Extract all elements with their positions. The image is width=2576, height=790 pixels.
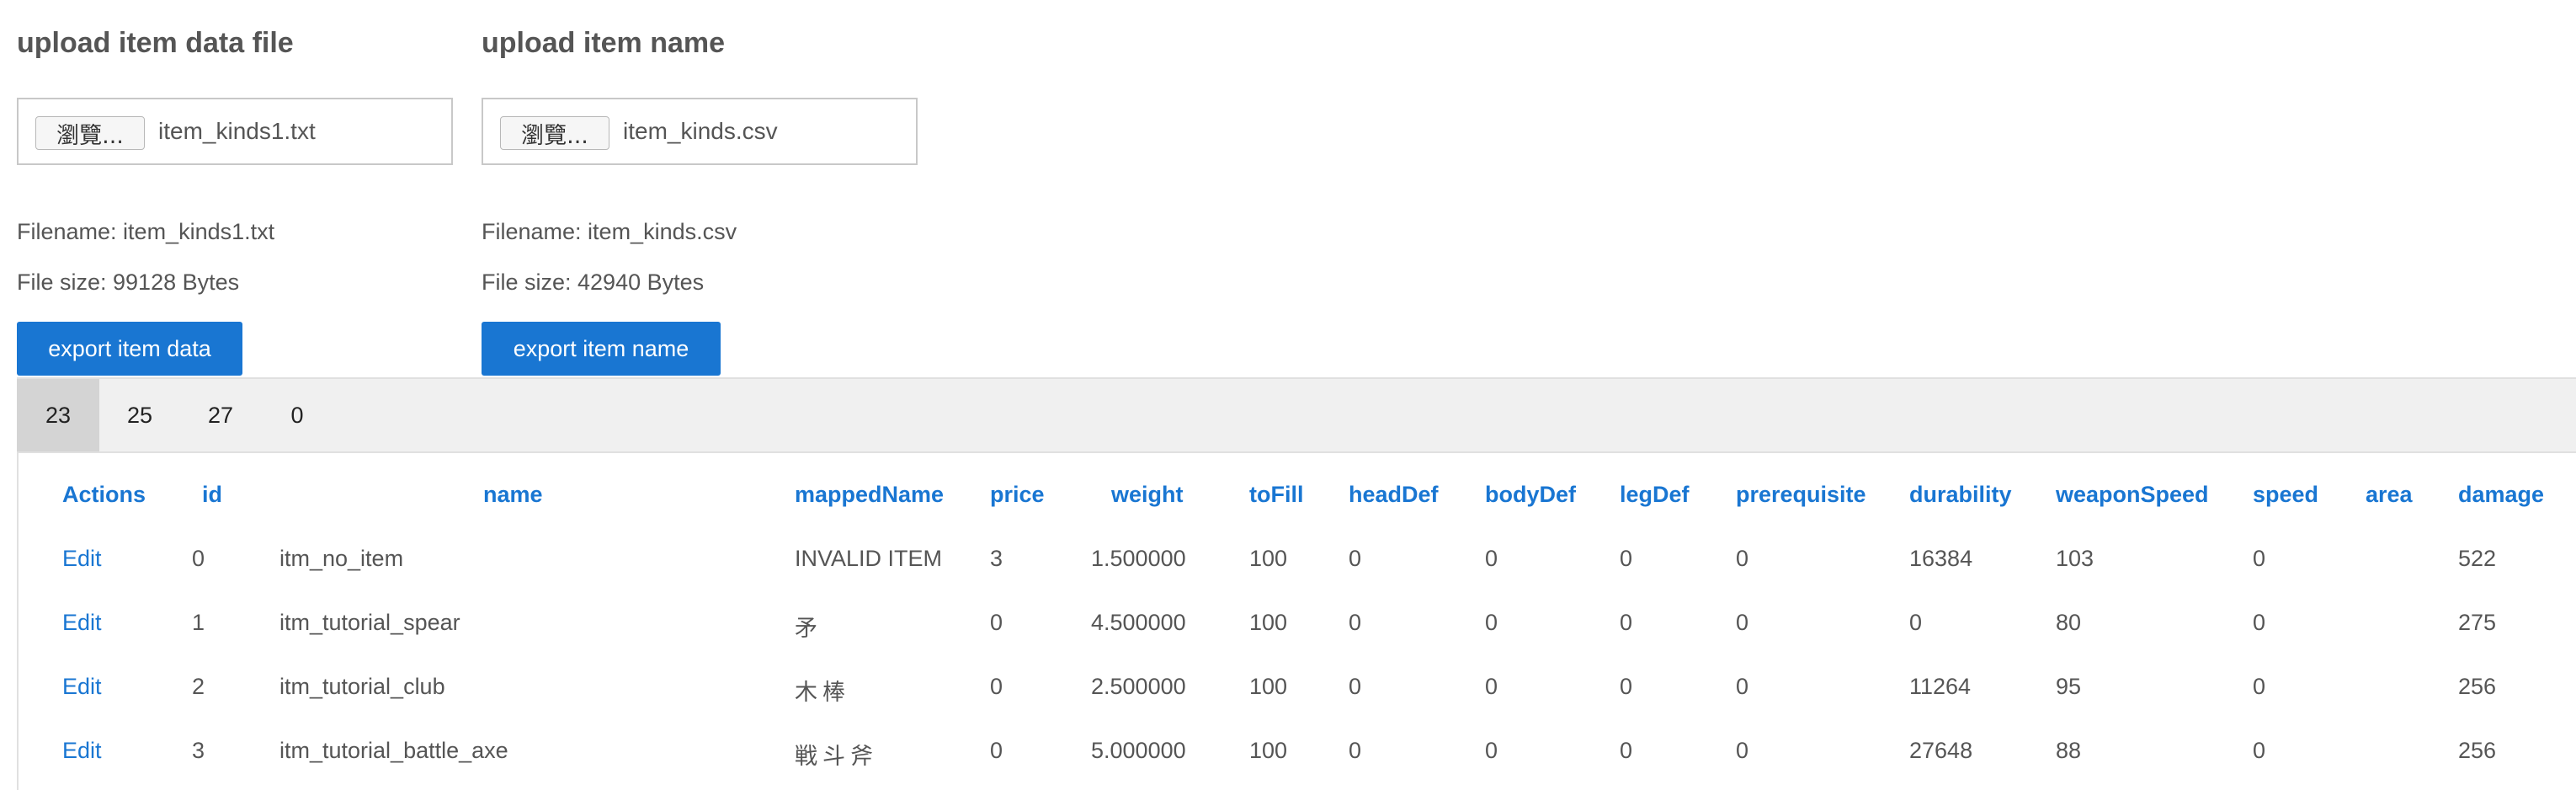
page: upload item data file 瀏覽... item_kinds1.… xyxy=(0,0,2576,790)
cell-name: itm_tutorial_club xyxy=(279,674,445,699)
column-header-id[interactable]: id xyxy=(202,482,222,508)
column-header-actions[interactable]: Actions xyxy=(62,482,146,508)
cell-bodydef: 0 xyxy=(1485,610,1498,635)
cell-id: 3 xyxy=(192,738,205,763)
cell-weaponspeed: 103 xyxy=(2056,546,2094,571)
item-name-browse-button[interactable]: 瀏覽... xyxy=(500,116,609,150)
cell-prerequisite: 0 xyxy=(1736,610,1749,635)
cell-weaponspeed: 95 xyxy=(2056,674,2082,699)
cell-weight: 5.000000 xyxy=(1091,738,1186,763)
cell-id: 1 xyxy=(192,610,205,635)
cell-damage: 256 xyxy=(2458,738,2497,763)
tab-23[interactable]: 23 xyxy=(17,379,99,451)
upload-item-name-title: upload item name xyxy=(482,27,726,59)
edit-link[interactable]: Edit xyxy=(62,546,102,572)
column-header-weaponspeed[interactable]: weaponSpeed xyxy=(2056,482,2209,508)
column-header-prerequisite[interactable]: prerequisite xyxy=(1736,482,1866,508)
cell-bodydef: 0 xyxy=(1485,546,1498,571)
tab-27[interactable]: 27 xyxy=(180,379,261,451)
column-header-name[interactable]: name xyxy=(483,482,543,508)
cell-weight: 4.500000 xyxy=(1091,610,1186,635)
edit-link[interactable]: Edit xyxy=(62,610,102,636)
item-data-file-input[interactable]: 瀏覽... item_kinds1.txt xyxy=(17,98,453,165)
column-header-weight[interactable]: weight xyxy=(1111,482,1184,508)
item-data-filename: Filename: item_kinds1.txt xyxy=(17,219,275,244)
cell-weaponspeed: 88 xyxy=(2056,738,2082,763)
cell-durability: 16384 xyxy=(1909,546,1973,571)
item-name-file-input[interactable]: 瀏覽... item_kinds.csv xyxy=(482,98,918,165)
cell-weight: 2.500000 xyxy=(1091,674,1186,699)
cell-prerequisite: 0 xyxy=(1736,674,1749,699)
cell-mapped-name: INVALID ITEM xyxy=(795,546,943,571)
item-name-filesize: File size: 42940 Bytes xyxy=(482,270,705,295)
item-data-filesize: File size: 99128 Bytes xyxy=(17,270,240,295)
cell-legdef: 0 xyxy=(1620,738,1633,763)
cell-weight: 1.500000 xyxy=(1091,546,1186,571)
cell-name: itm_tutorial_battle_axe xyxy=(279,738,508,763)
item-name-chosen-file: item_kinds.csv xyxy=(623,118,778,144)
cell-price: 0 xyxy=(990,674,1003,699)
column-header-price[interactable]: price xyxy=(990,482,1045,508)
cell-tofill: 100 xyxy=(1249,610,1288,635)
cell-durability: 0 xyxy=(1909,610,1923,635)
cell-mapped-name: 戦斗斧 xyxy=(795,744,878,770)
cell-mapped-name: 木棒 xyxy=(795,680,850,706)
upload-item-data-title: upload item data file xyxy=(17,27,294,59)
cell-prerequisite: 0 xyxy=(1736,546,1749,571)
cell-speed: 0 xyxy=(2253,738,2266,763)
items-table: Actions id name mappedName price weight … xyxy=(17,453,2576,790)
cell-mapped-name: 矛 xyxy=(795,616,822,642)
cell-price: 0 xyxy=(990,738,1003,763)
tab-0[interactable]: 0 xyxy=(261,379,333,451)
column-header-damage[interactable]: damage xyxy=(2458,482,2544,508)
cell-legdef: 0 xyxy=(1620,546,1633,571)
cell-headdef: 0 xyxy=(1349,610,1362,635)
item-data-browse-button[interactable]: 瀏覽... xyxy=(35,116,145,150)
item-data-chosen-file: item_kinds1.txt xyxy=(158,118,316,144)
column-header-tofill[interactable]: toFill xyxy=(1249,482,1303,508)
export-item-name-button[interactable]: export item name xyxy=(482,322,721,376)
cell-bodydef: 0 xyxy=(1485,738,1498,763)
column-header-durability[interactable]: durability xyxy=(1909,482,2012,508)
cell-legdef: 0 xyxy=(1620,610,1633,635)
tab-strip: 23 25 27 0 xyxy=(17,377,2576,453)
item-name-filename: Filename: item_kinds.csv xyxy=(482,219,737,244)
edit-link[interactable]: Edit xyxy=(62,674,102,700)
cell-durability: 27648 xyxy=(1909,738,1973,763)
cell-headdef: 0 xyxy=(1349,674,1362,699)
cell-speed: 0 xyxy=(2253,610,2266,635)
cell-id: 0 xyxy=(192,546,205,571)
cell-damage: 275 xyxy=(2458,610,2497,635)
cell-legdef: 0 xyxy=(1620,674,1633,699)
column-header-mappedname[interactable]: mappedName xyxy=(795,482,944,508)
cell-damage: 522 xyxy=(2458,546,2497,571)
cell-name: itm_no_item xyxy=(279,546,404,571)
cell-tofill: 100 xyxy=(1249,738,1288,763)
cell-durability: 11264 xyxy=(1909,674,1972,699)
cell-headdef: 0 xyxy=(1349,738,1362,763)
cell-prerequisite: 0 xyxy=(1736,738,1749,763)
column-header-headdef[interactable]: headDef xyxy=(1349,482,1439,508)
cell-tofill: 100 xyxy=(1249,546,1288,571)
export-item-data-button[interactable]: export item data xyxy=(17,322,242,376)
cell-name: itm_tutorial_spear xyxy=(279,610,460,635)
column-header-area[interactable]: area xyxy=(2366,482,2413,508)
cell-damage: 256 xyxy=(2458,674,2497,699)
cell-id: 2 xyxy=(192,674,205,699)
tab-25[interactable]: 25 xyxy=(99,379,180,451)
cell-bodydef: 0 xyxy=(1485,674,1498,699)
cell-speed: 0 xyxy=(2253,674,2266,699)
cell-speed: 0 xyxy=(2253,546,2266,571)
cell-weaponspeed: 80 xyxy=(2056,610,2082,635)
column-header-speed[interactable]: speed xyxy=(2253,482,2318,508)
cell-tofill: 100 xyxy=(1249,674,1288,699)
column-header-legdef[interactable]: legDef xyxy=(1620,482,1690,508)
cell-headdef: 0 xyxy=(1349,546,1362,571)
cell-price: 3 xyxy=(990,546,1003,571)
cell-price: 0 xyxy=(990,610,1003,635)
edit-link[interactable]: Edit xyxy=(62,738,102,764)
column-header-bodydef[interactable]: bodyDef xyxy=(1485,482,1576,508)
